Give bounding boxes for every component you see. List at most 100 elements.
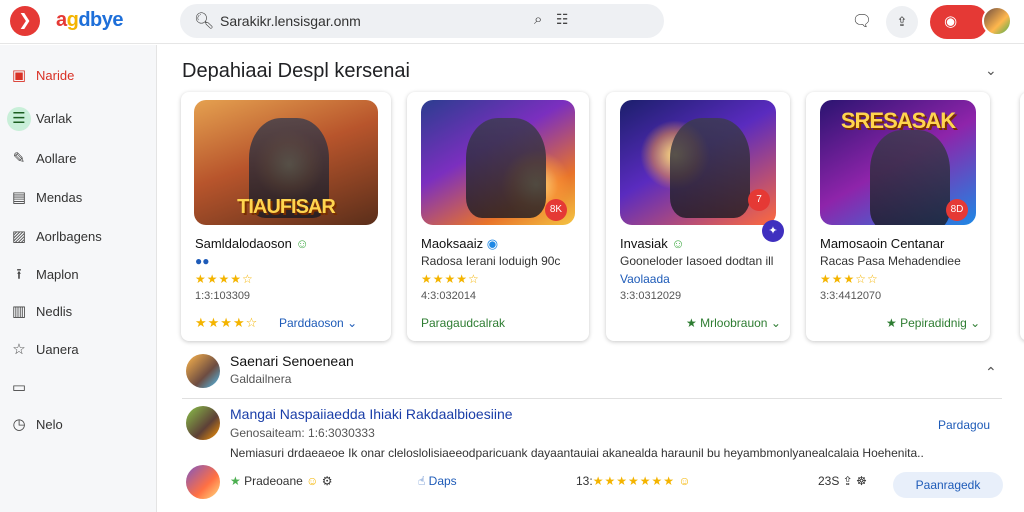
brand-part: a bbox=[56, 9, 67, 31]
sidebar-item-naride[interactable]: ▣ Naride bbox=[0, 62, 157, 90]
record-button[interactable]: ◉ bbox=[930, 5, 988, 39]
sidebar-item-label: Nedlis bbox=[36, 304, 73, 319]
sidebar-item-label: Aorlbagens bbox=[36, 229, 102, 244]
search-bar[interactable]: 🔍︎ Sarakikr.lensisgar.onm ⌕ ☷ bbox=[180, 4, 664, 38]
app-subtitle: Racas Pasa Mehadendiee bbox=[820, 254, 961, 268]
app-card[interactable]: 8K Maoksaaiz ◉ Radosa Ierani loduigh 90c… bbox=[407, 92, 589, 341]
rating-stars: ★★★★☆ bbox=[421, 272, 480, 286]
artwork-title: TIAUFISAR bbox=[237, 196, 336, 218]
like-button[interactable]: ☝︎ Daps bbox=[418, 474, 457, 488]
sidebar-item-aollare[interactable]: ✎ Aollare bbox=[0, 145, 157, 173]
download-count: 1:3:103309 bbox=[195, 290, 251, 302]
star-icon: ☆ bbox=[12, 341, 26, 358]
app-name: Samldalodaoson ☺ bbox=[195, 236, 309, 251]
pen-icon: ✎ bbox=[12, 150, 26, 167]
primary-action-button[interactable]: Paanragedk bbox=[893, 472, 1003, 498]
rating-summary: 13:★★★★★★★ ☺ bbox=[576, 474, 691, 488]
sidebar-item-mendas[interactable]: ▤ Mendas bbox=[0, 184, 157, 212]
footer-item[interactable]: ★ Pradeoane ☺ ⚙ bbox=[230, 474, 333, 488]
badge-icon: 8D bbox=[946, 199, 968, 221]
mic-icon[interactable]: ☷ bbox=[556, 11, 569, 28]
row-action-link[interactable]: Pardagou bbox=[938, 418, 990, 432]
app-card[interactable]: TIAUFISAR Samldalodaoson ☺ ●● ★★★★☆ 1:3:… bbox=[181, 92, 391, 341]
sidebar-item-label: Varlak bbox=[36, 111, 72, 126]
card-action-link[interactable]: Paragaudcalrak bbox=[421, 316, 505, 330]
star-icon: ★ bbox=[686, 316, 697, 330]
rating-stars: ★★★★★★★ bbox=[592, 474, 675, 488]
brand-part: g bbox=[66, 9, 79, 31]
sidebar-item-label: Mendas bbox=[36, 190, 83, 205]
rating-count: 13: bbox=[576, 474, 593, 488]
doc-icon: ▤ bbox=[11, 189, 27, 206]
sidebar-item-varlak[interactable]: ☰ Varlak bbox=[0, 105, 157, 133]
sidebar-item-uanera[interactable]: ☆ Uanera bbox=[0, 336, 157, 364]
avatar[interactable] bbox=[186, 465, 220, 499]
app-name: Mamosaoin Centanar bbox=[820, 236, 945, 251]
logo-icon[interactable]: ❯ bbox=[10, 6, 40, 36]
card-action-link[interactable]: ★ Pepiradidnig ⌄ bbox=[886, 316, 980, 330]
chevron-down-icon: ⌄ bbox=[770, 316, 781, 330]
sidebar-item-nedlis[interactable]: ▥ Nedlis bbox=[0, 298, 157, 326]
game-artwork: 7 bbox=[620, 100, 776, 225]
verified-icon: ☺ bbox=[295, 236, 309, 251]
row-title: Saenari Senoenean bbox=[230, 353, 354, 369]
chevron-up-icon[interactable]: ⌃ bbox=[985, 364, 997, 381]
artwork-figure bbox=[670, 118, 750, 218]
card-action-label: Parddaoson bbox=[279, 316, 344, 330]
sidebar-item-label: Naride bbox=[36, 68, 75, 83]
app-subtitle: ●● bbox=[195, 254, 210, 268]
sidebar-item-nelo[interactable]: ◷ Nelo bbox=[0, 411, 157, 439]
share-icon[interactable]: ⇪ bbox=[886, 6, 918, 38]
avatar[interactable] bbox=[982, 6, 1012, 36]
app-card[interactable]: 7 ✦ Invasiak ☺ Gooneloder Iasoed dodtan … bbox=[606, 92, 790, 341]
avatar[interactable] bbox=[186, 406, 220, 440]
post-body: Nemiasuri drdaeaeoe Ik onar cleloslolisi… bbox=[230, 446, 924, 460]
star-icon: ★ bbox=[886, 316, 897, 330]
search-input[interactable]: Sarakikr.lensisgar.onm bbox=[220, 13, 361, 29]
app-card[interactable]: SRESASAK 8D Mamosaoin Centanar Racas Pas… bbox=[806, 92, 990, 341]
note-icon: ▥ bbox=[11, 303, 27, 320]
app-name-text: Maoksaaiz bbox=[421, 236, 484, 251]
chat-icon[interactable]: 🗨︎ bbox=[846, 6, 878, 38]
app-name-text: Samldalodaoson bbox=[195, 236, 292, 251]
card-action-label: Mrloobrauon bbox=[700, 316, 768, 330]
list-icon: ☰ bbox=[7, 107, 31, 131]
sidebar-item-maplon[interactable]: ⭱ Maplon bbox=[0, 261, 157, 289]
badge-icon: 7 bbox=[748, 189, 770, 211]
rating-stars-small: ★★★★☆ bbox=[195, 315, 259, 330]
download-count: 3:3:0312029 bbox=[620, 290, 682, 302]
sidebar-item-folder[interactable]: ▭ bbox=[0, 374, 157, 402]
share-count-value: 23S bbox=[818, 474, 840, 488]
card-action-link[interactable]: ★ Mrloobrauon ⌄ bbox=[686, 316, 781, 330]
emoji-icon: ☺ bbox=[678, 474, 691, 488]
discord-icon: ✦ bbox=[762, 220, 784, 242]
share-count[interactable]: 23S ⇪ ☸ bbox=[818, 474, 867, 488]
rating-stars: ★★★★☆ bbox=[195, 272, 254, 286]
section-title: Depahiaai Despl kersenai bbox=[182, 60, 410, 82]
folder-icon: ▭ bbox=[11, 379, 27, 396]
post-title-link[interactable]: Mangai Naspaiiaedda Ihiaki Rakdaalbioesi… bbox=[230, 406, 513, 422]
card-action-label: Pepiradidnig bbox=[900, 316, 967, 330]
artwork-title: SRESASAK bbox=[840, 108, 956, 133]
search-submit-icon[interactable]: ⌕ bbox=[534, 11, 542, 28]
brand-name[interactable]: agdbye bbox=[56, 9, 124, 32]
upload-icon: ⭱ bbox=[16, 266, 22, 283]
app-name: Invasiak ☺ bbox=[620, 236, 685, 251]
bug-icon: ☸ bbox=[856, 474, 867, 488]
sidebar-item-aorlbagens[interactable]: ▨ Aorlbagens bbox=[0, 223, 157, 251]
row-subtitle: Galdailnera bbox=[230, 372, 292, 386]
verified-icon: ◉ bbox=[486, 236, 499, 251]
app-card-partial[interactable] bbox=[1020, 92, 1024, 341]
game-artwork: SRESASAK 8D bbox=[820, 100, 976, 225]
search-icon[interactable]: 🔍︎ bbox=[194, 11, 214, 31]
badge-icon: 8K bbox=[545, 199, 567, 221]
rating-stars: ★★★☆☆ bbox=[820, 272, 879, 286]
app-name: Maoksaaiz ◉ bbox=[421, 236, 498, 252]
post-meta: Genosaiteam: 1:6:3030333 bbox=[230, 426, 375, 440]
avatar[interactable] bbox=[186, 354, 220, 388]
sidebar-item-label: Maplon bbox=[36, 267, 79, 282]
brand-part: dbye bbox=[78, 9, 124, 31]
card-action-link[interactable]: Parddaoson ⌄ bbox=[279, 316, 357, 330]
chevron-down-icon[interactable]: ⌄ bbox=[985, 62, 997, 79]
chevron-down-icon: ⌄ bbox=[970, 316, 981, 330]
